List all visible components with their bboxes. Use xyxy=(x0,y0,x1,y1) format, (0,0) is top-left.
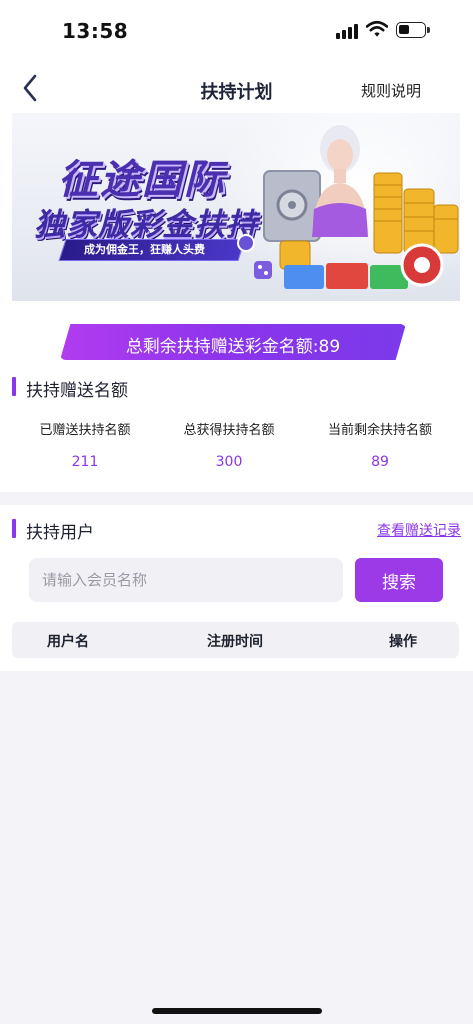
signal-icon xyxy=(336,23,360,39)
stat-total-value: 300 xyxy=(215,454,243,470)
column-register-time: 注册时间 xyxy=(207,634,263,650)
stat-remaining-value: 89 xyxy=(371,454,389,470)
home-indicator[interactable] xyxy=(152,1008,322,1014)
users-section-title: 扶持用户 xyxy=(26,523,94,543)
banner-ribbon-text: 成为佣金王，狂赚人头费 xyxy=(84,243,205,256)
total-remaining-text: 总剩余扶持赠送彩金名额:89 xyxy=(125,337,341,357)
status-bar: 13:58 xyxy=(0,0,473,62)
column-username: 用户名 xyxy=(47,634,89,650)
member-search-input[interactable] xyxy=(29,558,343,602)
quota-card: 征途国际 独家版彩金扶持 成为佣金王，狂赚人头费 总剩余扶持赠送彩金名额:89 … xyxy=(0,112,473,492)
stat-remaining-label: 当前剩余扶持名额 xyxy=(327,423,432,438)
stat-gifted-label: 已赠送扶持名额 xyxy=(39,423,131,438)
banner-illustration xyxy=(237,125,459,289)
page: 13:58 扶持计划 规则说明 征途国际 独家版彩金扶持 成为佣金王，狂赚人头费… xyxy=(0,0,473,1024)
quota-section-title: 扶持赠送名额 xyxy=(26,381,128,401)
battery-icon xyxy=(396,22,430,38)
rules-button[interactable]: 规则说明 xyxy=(361,80,421,101)
status-time: 13:58 xyxy=(62,19,129,43)
nav-header: 扶持计划 规则说明 xyxy=(0,62,473,112)
section-marker xyxy=(12,519,16,538)
section-marker xyxy=(12,377,16,396)
users-table-header: 用户名 注册时间 操作 xyxy=(12,622,459,658)
stat-gifted-value: 211 xyxy=(71,454,99,470)
banner-subtitle: 独家版彩金扶持 xyxy=(34,207,258,243)
search-button[interactable]: 搜索 xyxy=(355,558,443,602)
column-actions: 操作 xyxy=(389,634,417,650)
users-card: 扶持用户 查看赠送记录 搜索 用户名 注册时间 操作 xyxy=(0,505,473,671)
view-gift-records-link[interactable]: 查看赠送记录 xyxy=(377,520,461,540)
stat-total-label: 总获得扶持名额 xyxy=(183,423,275,438)
wifi-icon xyxy=(366,20,388,37)
promo-banner: 征途国际 独家版彩金扶持 成为佣金王，狂赚人头费 xyxy=(12,113,460,301)
banner-title: 征途国际 xyxy=(58,157,226,203)
